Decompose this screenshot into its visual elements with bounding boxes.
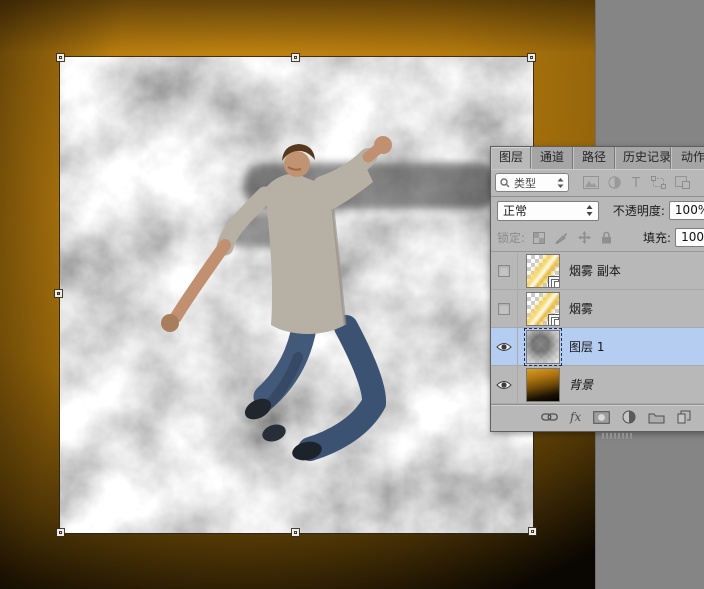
smart-object-filter-icon[interactable]: [675, 176, 690, 189]
filter-kind-label: 类型: [514, 175, 536, 191]
photoshop-workspace: 图层 通道 路径 历史记录 动作 类型: [0, 0, 704, 589]
layer-name[interactable]: 烟雾 副本: [569, 262, 621, 279]
group-icon[interactable]: [648, 411, 665, 424]
lock-all-icon[interactable]: [601, 231, 612, 244]
smoke-layer-image[interactable]: [60, 57, 533, 533]
adjustment-layer-icon[interactable]: [622, 410, 636, 424]
panel-bottom-bar: fx: [491, 404, 704, 429]
transform-handle-bottom-left[interactable]: [57, 529, 64, 536]
tab-channels[interactable]: 通道: [531, 147, 573, 169]
smart-object-badge-icon: [548, 276, 560, 288]
fill-input[interactable]: 100%: [675, 228, 704, 247]
layer-row-smoke[interactable]: 烟雾: [491, 290, 704, 328]
blend-mode-value: 正常: [503, 202, 527, 219]
lock-fill-row: 锁定: 填充: 100%: [491, 224, 704, 252]
opacity-label: 不透明度:: [613, 202, 665, 219]
layer-name[interactable]: 烟雾: [569, 300, 593, 317]
lock-transparency-icon[interactable]: [533, 232, 545, 244]
visibility-toggle[interactable]: [491, 252, 518, 290]
visibility-checkbox-empty[interactable]: [498, 265, 510, 277]
pixel-layer-filter-icon[interactable]: [583, 176, 599, 189]
eye-icon[interactable]: [496, 341, 512, 353]
updown-arrows-icon: [586, 205, 593, 216]
adjustment-filter-icon[interactable]: [608, 176, 621, 189]
new-layer-icon[interactable]: [677, 410, 691, 424]
layer-thumbnail[interactable]: [526, 292, 560, 326]
tab-actions[interactable]: 动作: [671, 147, 704, 169]
smart-object-badge-icon: [548, 314, 560, 326]
layer-row-layer1-selected[interactable]: 图层 1: [491, 328, 704, 366]
layer-mask-icon[interactable]: [593, 411, 610, 424]
link-layers-icon[interactable]: [541, 411, 558, 423]
lock-position-icon[interactable]: [578, 231, 591, 244]
type-filter-icon[interactable]: T: [630, 176, 642, 189]
lock-label: 锁定:: [497, 229, 525, 246]
layer-list: 烟雾 副本 烟雾 图层 1: [491, 252, 704, 404]
layer-name[interactable]: 背景: [569, 376, 593, 393]
layers-panel: 图层 通道 路径 历史记录 动作 类型: [490, 146, 704, 432]
visibility-toggle[interactable]: [491, 290, 518, 328]
shape-filter-icon[interactable]: [651, 176, 666, 189]
visibility-checkbox-empty[interactable]: [498, 303, 510, 315]
visibility-toggle[interactable]: [491, 366, 518, 404]
transform-handle-middle-left[interactable]: [55, 290, 62, 297]
transform-handle-top-left[interactable]: [57, 54, 64, 61]
filter-kind-combo[interactable]: 类型: [495, 173, 569, 192]
tab-history[interactable]: 历史记录: [615, 147, 671, 169]
visibility-toggle[interactable]: [491, 328, 518, 366]
smoke-illustration: [60, 57, 533, 533]
tab-paths[interactable]: 路径: [573, 147, 615, 169]
layer-filter-row: 类型 T: [491, 169, 704, 197]
layer-row-background[interactable]: 背景: [491, 366, 704, 404]
blend-mode-select[interactable]: 正常: [497, 201, 599, 221]
layer-name[interactable]: 图层 1: [569, 338, 604, 355]
layer-thumbnail[interactable]: [526, 330, 560, 364]
fill-label: 填充:: [643, 229, 671, 246]
search-icon: [500, 178, 510, 188]
svg-text:T: T: [631, 176, 640, 189]
transform-handle-bottom-right[interactable]: [529, 528, 536, 535]
transform-handle-bottom-middle[interactable]: [292, 529, 299, 536]
transform-handle-top-middle[interactable]: [292, 54, 299, 61]
blend-opacity-row: 正常 不透明度: 100%: [491, 197, 704, 224]
layer-thumbnail[interactable]: [526, 254, 560, 288]
panel-resize-grip[interactable]: [602, 433, 632, 439]
layer-style-icon[interactable]: fx: [570, 410, 581, 424]
transform-handle-top-right[interactable]: [528, 54, 535, 61]
lock-pixels-icon[interactable]: [555, 232, 568, 244]
eye-icon[interactable]: [496, 379, 512, 391]
updown-arrows-icon: [557, 178, 564, 188]
tab-layers[interactable]: 图层: [491, 147, 531, 169]
opacity-input[interactable]: 100%: [669, 201, 704, 220]
layer-thumbnail[interactable]: [526, 368, 560, 402]
panel-tab-bar: 图层 通道 路径 历史记录 动作: [491, 147, 704, 169]
layer-row-smoke-copy[interactable]: 烟雾 副本: [491, 252, 704, 290]
